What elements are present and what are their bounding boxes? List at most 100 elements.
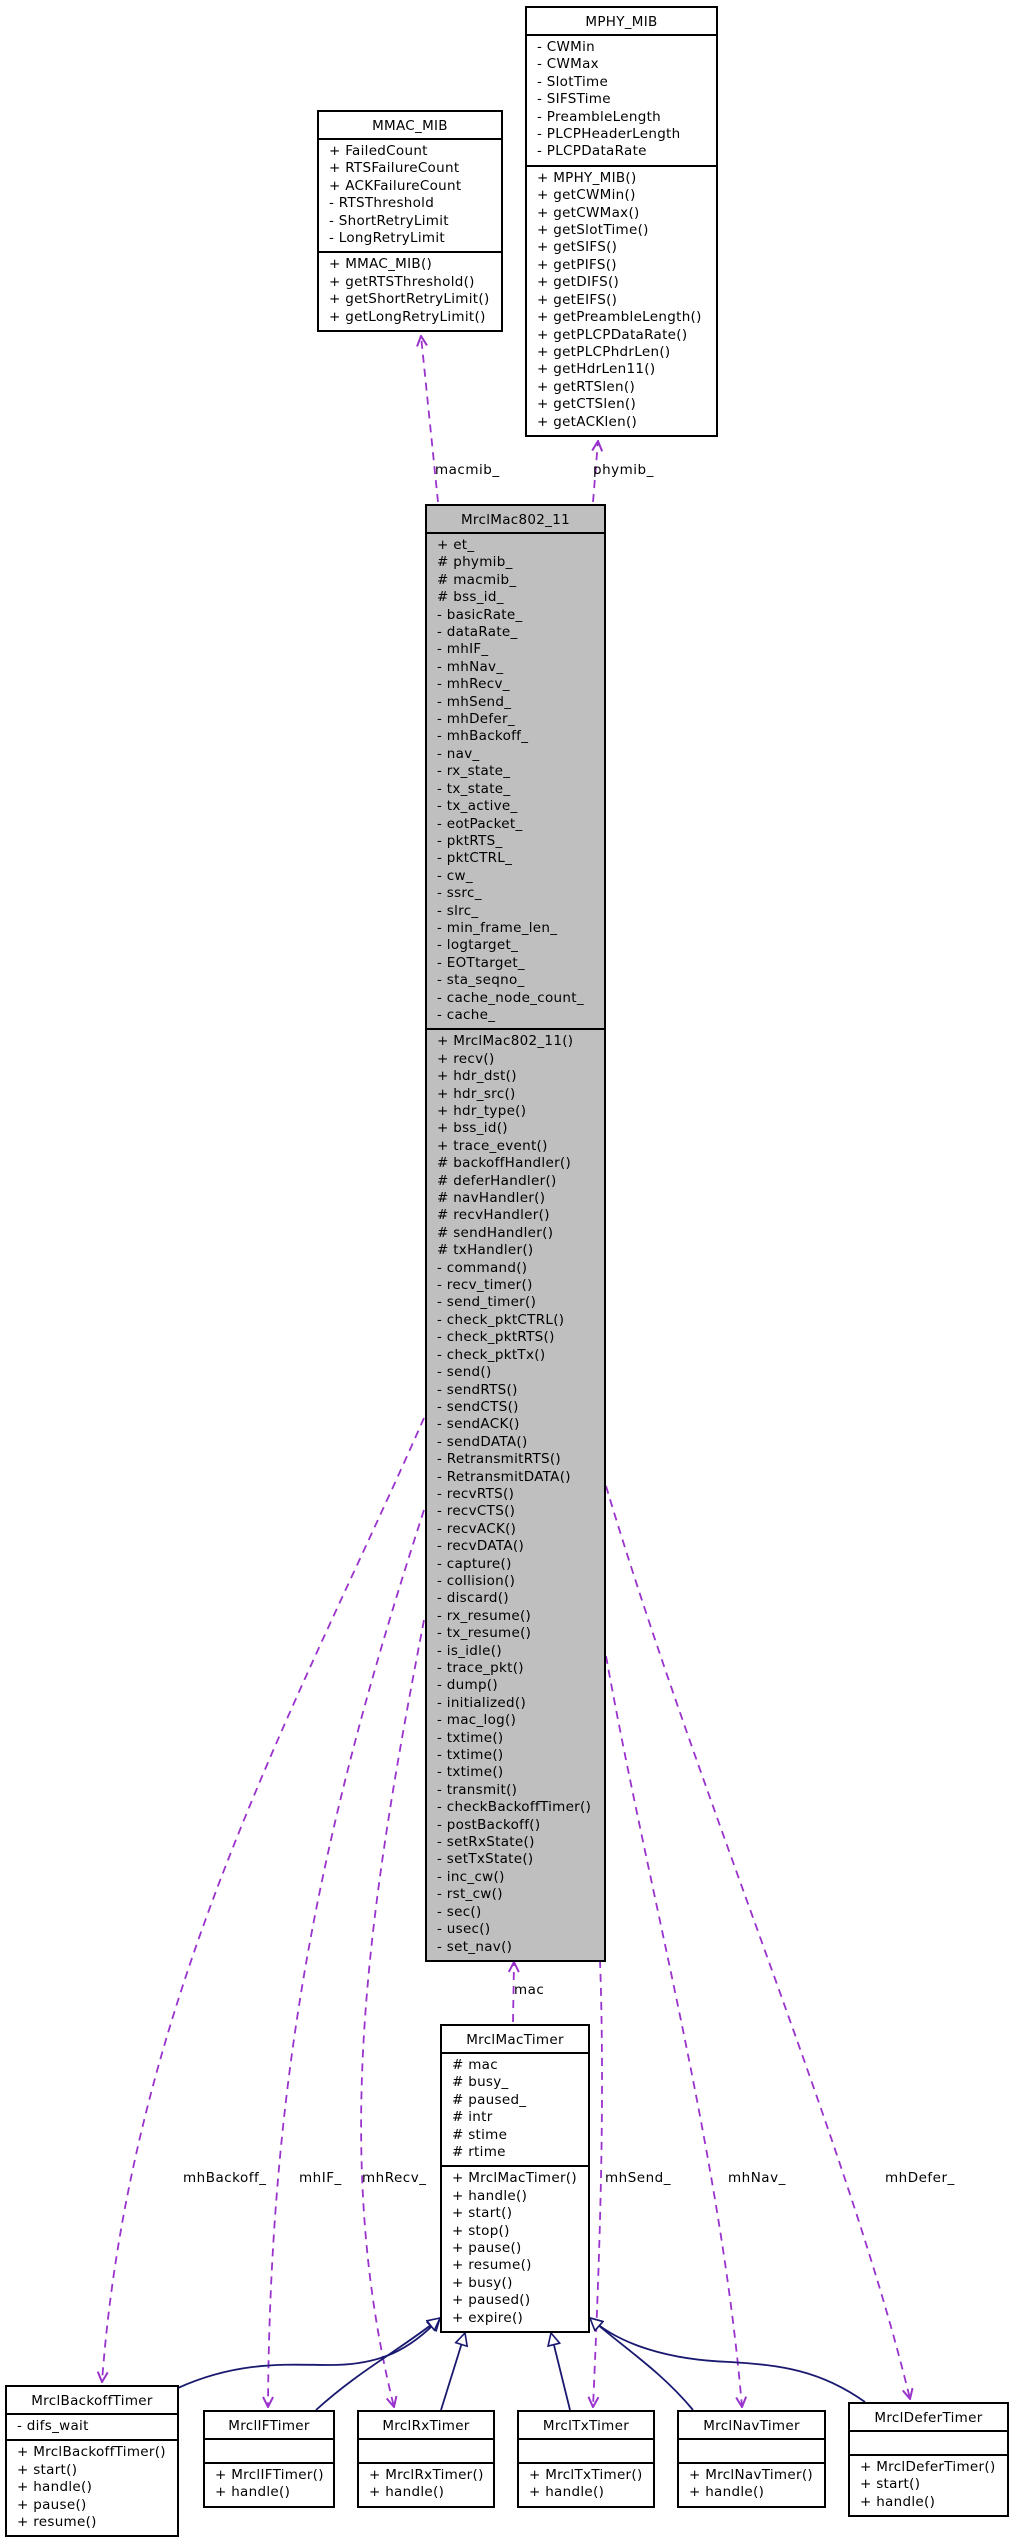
class-mrclbackofftimer[interactable]: MrclBackoffTimer - difs_wait + MrclBackoff… xyxy=(5,2385,179,2538)
method: - is_idle() xyxy=(437,1642,502,1659)
methods-section: + MrclDeferTimer() + start() + handle() xyxy=(850,2456,1007,2515)
class-mrcliftimer[interactable]: MrclIFTimer + MrclIFTimer() + handle() xyxy=(203,2410,335,2508)
edge-label-mhnav: mhNav_ xyxy=(728,2170,786,2186)
attribute: # mac xyxy=(452,2057,498,2073)
attribute: - mhNav_ xyxy=(437,658,504,675)
method: + getCWMax() xyxy=(537,204,640,221)
method: + getPLCPDataRate() xyxy=(537,326,688,343)
method: + trace_event() xyxy=(437,1137,548,1154)
edge-mhdefer xyxy=(605,1485,910,2399)
class-name: MPHY_MIB xyxy=(527,8,716,36)
method: + MrclDeferTimer() xyxy=(860,2459,996,2475)
class-mphy-mib[interactable]: MPHY_MIB - CWMin - CWMax - SlotTime - SIFSTi… xyxy=(525,6,718,437)
method: - tx_resume() xyxy=(437,1625,532,1642)
attribute: - rx_state_ xyxy=(437,763,511,780)
method: + getHdrLen11() xyxy=(537,361,656,378)
method: - discard() xyxy=(437,1590,509,1607)
method: + getPIFS() xyxy=(537,256,617,273)
method: + stop() xyxy=(452,2222,510,2239)
inherit-tx xyxy=(551,2333,571,2411)
method: # backoffHandler() xyxy=(437,1155,572,1172)
method: + paused() xyxy=(452,2292,531,2309)
method: + getLongRetryLimit() xyxy=(329,308,486,325)
class-mrclmac802-11[interactable]: MrclMac802_11 + et_ # phymib_ # macmib_ # bs… xyxy=(425,504,606,1962)
method: + getRTSlen() xyxy=(537,378,636,395)
attribute: + FailedCount xyxy=(329,143,428,159)
attributes-section xyxy=(850,2432,1007,2456)
method: - mac_log() xyxy=(437,1712,517,1729)
attribute: - pktCTRL_ xyxy=(437,850,513,867)
edge-label-mhbackoff: mhBackoff_ xyxy=(183,2170,267,2186)
attribute: - SlotTime xyxy=(537,73,609,90)
method: - postBackoff() xyxy=(437,1816,541,1833)
methods-section: + MrclBackoffTimer() + start() + handle() +… xyxy=(7,2441,177,2535)
attribute: - tx_active_ xyxy=(437,798,518,815)
attribute: # rtime xyxy=(452,2144,506,2161)
method: + MrclMacTimer() xyxy=(452,2170,577,2187)
attribute: - LongRetryLimit xyxy=(329,230,446,247)
methods-section: + MrclIFTimer() + handle() xyxy=(205,2464,333,2506)
class-mrclrxtimer[interactable]: MrclRxTimer + MrclRxTimer() + handle() xyxy=(357,2410,495,2508)
attribute: - sta_seqno_ xyxy=(437,972,525,989)
method: - sendRTS() xyxy=(437,1381,518,1398)
class-name: MMAC_MIB xyxy=(319,112,501,140)
edge-label-phymib: phymib_ xyxy=(593,462,654,478)
attribute: # paused_ xyxy=(452,2091,527,2108)
attribute: - slrc_ xyxy=(437,902,479,919)
method: + getSlotTime() xyxy=(537,222,649,239)
attributes-section xyxy=(205,2440,333,2464)
method: - recv_timer() xyxy=(437,1277,533,1294)
method: - transmit() xyxy=(437,1781,518,1798)
method: + MMAC_MIB() xyxy=(329,256,433,273)
attribute: - mhIF_ xyxy=(437,641,489,658)
method: - txtime() xyxy=(437,1747,504,1764)
class-mmac-mib[interactable]: MMAC_MIB + FailedCount + RTSFailureCount + … xyxy=(317,110,503,333)
method: - sec() xyxy=(437,1903,482,1920)
attribute: - mhDefer_ xyxy=(437,711,515,728)
method: # txHandler() xyxy=(437,1242,534,1259)
method: - setTxState() xyxy=(437,1851,534,1868)
edge-mhsend xyxy=(593,1959,603,2407)
method: + MrclIFTimer() xyxy=(215,2467,324,2483)
method: + getACKlen() xyxy=(537,413,638,430)
method: - recvDATA() xyxy=(437,1538,525,1555)
class-mrcldefertimer[interactable]: MrclDeferTimer + MrclDeferTimer() + start(… xyxy=(848,2402,1009,2518)
method: + MrclRxTimer() xyxy=(369,2467,484,2483)
attributes-section: - CWMin - CWMax - SlotTime - SIFSTime - Prea… xyxy=(527,36,716,167)
attributes-section xyxy=(679,2440,824,2464)
attribute: - min_frame_len_ xyxy=(437,919,558,936)
method: + getRTSThreshold() xyxy=(329,273,475,290)
method: - sendCTS() xyxy=(437,1398,519,1415)
class-name: MrclNavTimer xyxy=(679,2412,824,2440)
method: - send_timer() xyxy=(437,1294,537,1311)
attribute: # macmib_ xyxy=(437,571,517,588)
method: + handle() xyxy=(215,2484,291,2501)
method: - RetransmitRTS() xyxy=(437,1451,561,1468)
class-name: MrclBackoffTimer xyxy=(7,2387,177,2415)
method: - sendACK() xyxy=(437,1416,520,1433)
attribute: - nav_ xyxy=(437,745,480,762)
method: - initialized() xyxy=(437,1694,527,1711)
method: - check_pktRTS() xyxy=(437,1329,555,1346)
method: # sendHandler() xyxy=(437,1224,554,1241)
class-mrclnavtimer[interactable]: MrclNavTimer + MrclNavTimer() + handle() xyxy=(677,2410,826,2508)
class-mrclmactimer[interactable]: MrclMacTimer # mac # busy_ # paused_ # intr #… xyxy=(440,2024,590,2334)
attributes-section: + FailedCount + RTSFailureCount + ACKFailu… xyxy=(319,140,501,254)
class-mrcltxtimer[interactable]: MrclTxTimer + MrclTxTimer() + handle() xyxy=(517,2410,655,2508)
attribute: # stime xyxy=(452,2126,508,2143)
inherit-if xyxy=(315,2318,440,2411)
method: - sendDATA() xyxy=(437,1433,528,1450)
method: + getCTSlen() xyxy=(537,396,637,413)
inherit-rx xyxy=(440,2333,465,2411)
attribute: - ssrc_ xyxy=(437,885,482,902)
method: - recvRTS() xyxy=(437,1485,515,1502)
method: + pause() xyxy=(17,2496,87,2513)
method: + getSIFS() xyxy=(537,239,618,256)
method: + pause() xyxy=(452,2240,522,2257)
class-name: MrclMac802_11 xyxy=(427,506,604,534)
attribute: - mhRecv_ xyxy=(437,676,510,693)
class-name: MrclMacTimer xyxy=(442,2026,588,2054)
methods-section: + MrclNavTimer() + handle() xyxy=(679,2464,824,2506)
method: - recvCTS() xyxy=(437,1503,516,1520)
attribute: + RTSFailureCount xyxy=(329,160,460,177)
